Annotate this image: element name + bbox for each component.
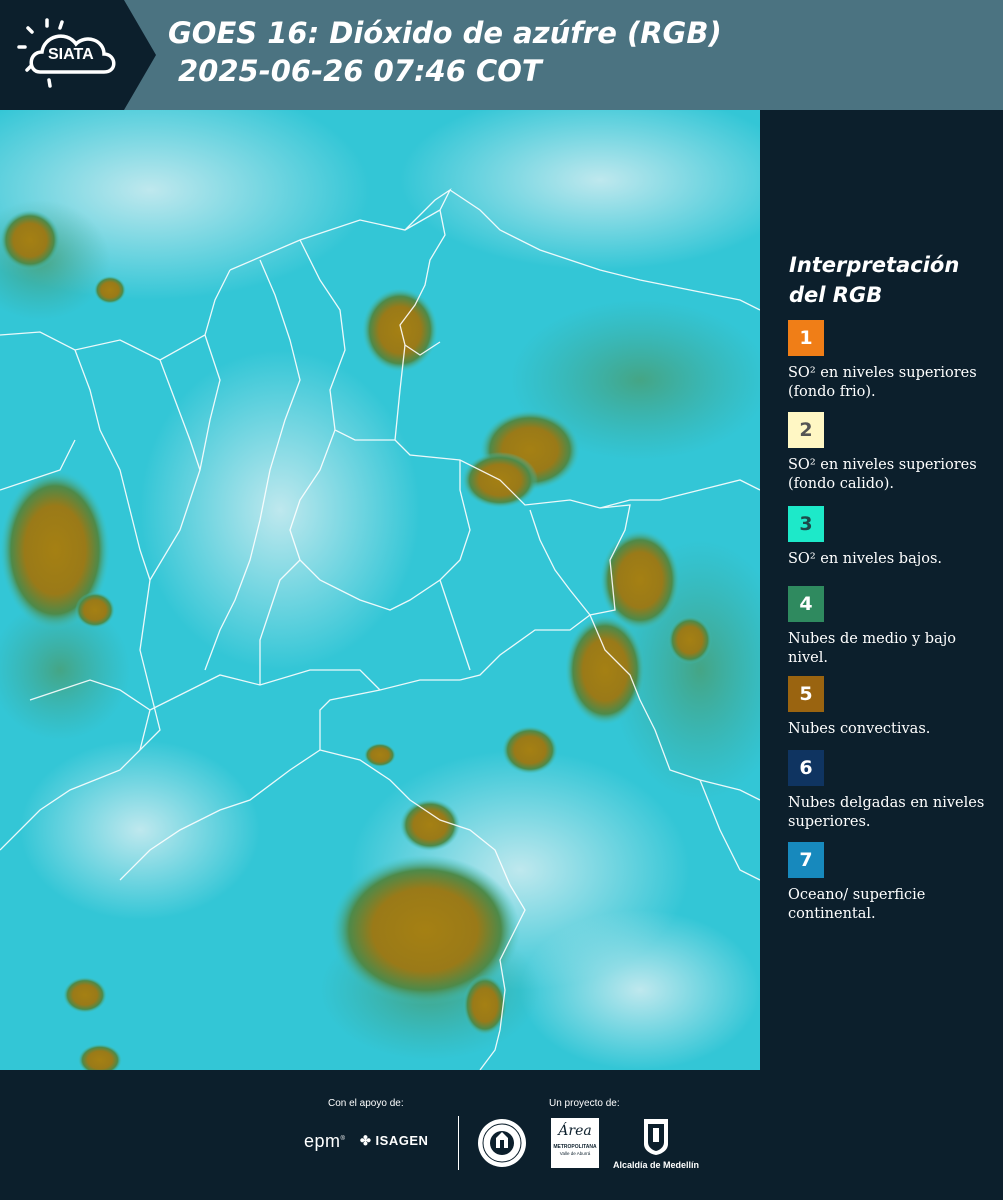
siata-logo[interactable]: SIATA xyxy=(0,0,156,110)
alcaldia-shield-icon[interactable] xyxy=(643,1118,669,1156)
title-product: GOES 16: Dióxido de azúfre (RGB) xyxy=(168,16,722,50)
footer: Con el apoyo de: Un proyecto de: epm® ✤ … xyxy=(0,1070,1003,1200)
siata-brand-text: SIATA xyxy=(48,46,94,63)
legend-item: 7 Oceano/ superficie continental. xyxy=(788,842,988,924)
legend-item: 2 SO² en niveles superiores (fondo calido… xyxy=(788,412,988,494)
footer-divider xyxy=(458,1116,459,1170)
legend-swatch: 3 xyxy=(788,506,824,542)
project-label: Un proyecto de: xyxy=(549,1098,620,1109)
legend-title: Interpretación del RGB xyxy=(789,250,989,310)
page-title: GOES 16: Dióxido de azúfre (RGB) 2025-06… xyxy=(168,14,722,90)
epm-logo-text: epm xyxy=(304,1131,341,1151)
legend-label: Nubes delgadas en niveles superiores. xyxy=(788,795,985,830)
legend-label: SO² en niveles superiores (fondo calido)… xyxy=(788,457,977,492)
legend-label: SO² en niveles superiores (fondo frio). xyxy=(788,365,977,400)
legend-swatch: 6 xyxy=(788,750,824,786)
legend-panel: Interpretación del RGB 1 SO² en niveles s… xyxy=(760,110,1003,1070)
legend-swatch: 7 xyxy=(788,842,824,878)
legend-item: 4 Nubes de medio y bajo nivel. xyxy=(788,586,988,668)
area-metro-sub2: Valle de Aburrá xyxy=(559,1151,591,1156)
header-bar: SIATA GOES 16: Dióxido de azúfre (RGB) 2… xyxy=(0,0,1003,110)
legend-swatch: 4 xyxy=(788,586,824,622)
medellin-seal-icon[interactable] xyxy=(477,1118,527,1168)
epm-logo[interactable]: epm® xyxy=(304,1131,345,1152)
satellite-image xyxy=(0,110,760,1070)
legend-swatch: 5 xyxy=(788,676,824,712)
legend-label: Nubes convectivas. xyxy=(788,721,931,737)
legend-item: 1 SO² en niveles superiores (fondo frio). xyxy=(788,320,988,402)
isagen-icon: ✤ xyxy=(360,1133,372,1148)
area-metro-name: Área xyxy=(558,1123,592,1139)
legend-title-line1: Interpretación xyxy=(789,253,960,277)
area-metro-sub: METROPOLITANA xyxy=(553,1144,597,1150)
legend-label: Nubes de medio y bajo nivel. xyxy=(788,631,956,666)
satellite-map[interactable] xyxy=(0,110,760,1070)
area-metropolitana-logo[interactable]: Área METROPOLITANA Valle de Aburrá xyxy=(551,1118,599,1168)
legend-item: 6 Nubes delgadas en niveles superiores. xyxy=(788,750,988,832)
title-timestamp: 2025-06-26 07:46 COT xyxy=(178,54,542,88)
legend-label: SO² en niveles bajos. xyxy=(788,551,942,567)
isagen-logo[interactable]: ✤ ISAGEN xyxy=(360,1133,428,1149)
legend-label: Oceano/ superficie continental. xyxy=(788,887,926,922)
alcaldia-text: Alcaldía de Medellín xyxy=(613,1160,700,1170)
isagen-logo-text: ISAGEN xyxy=(375,1133,429,1148)
legend-swatch: 2 xyxy=(788,412,824,448)
support-label: Con el apoyo de: xyxy=(328,1098,404,1109)
legend-item: 5 Nubes convectivas. xyxy=(788,676,988,739)
legend-item: 3 SO² en niveles bajos. xyxy=(788,506,988,569)
legend-swatch: 1 xyxy=(788,320,824,356)
legend-title-line2: del RGB xyxy=(789,283,883,307)
